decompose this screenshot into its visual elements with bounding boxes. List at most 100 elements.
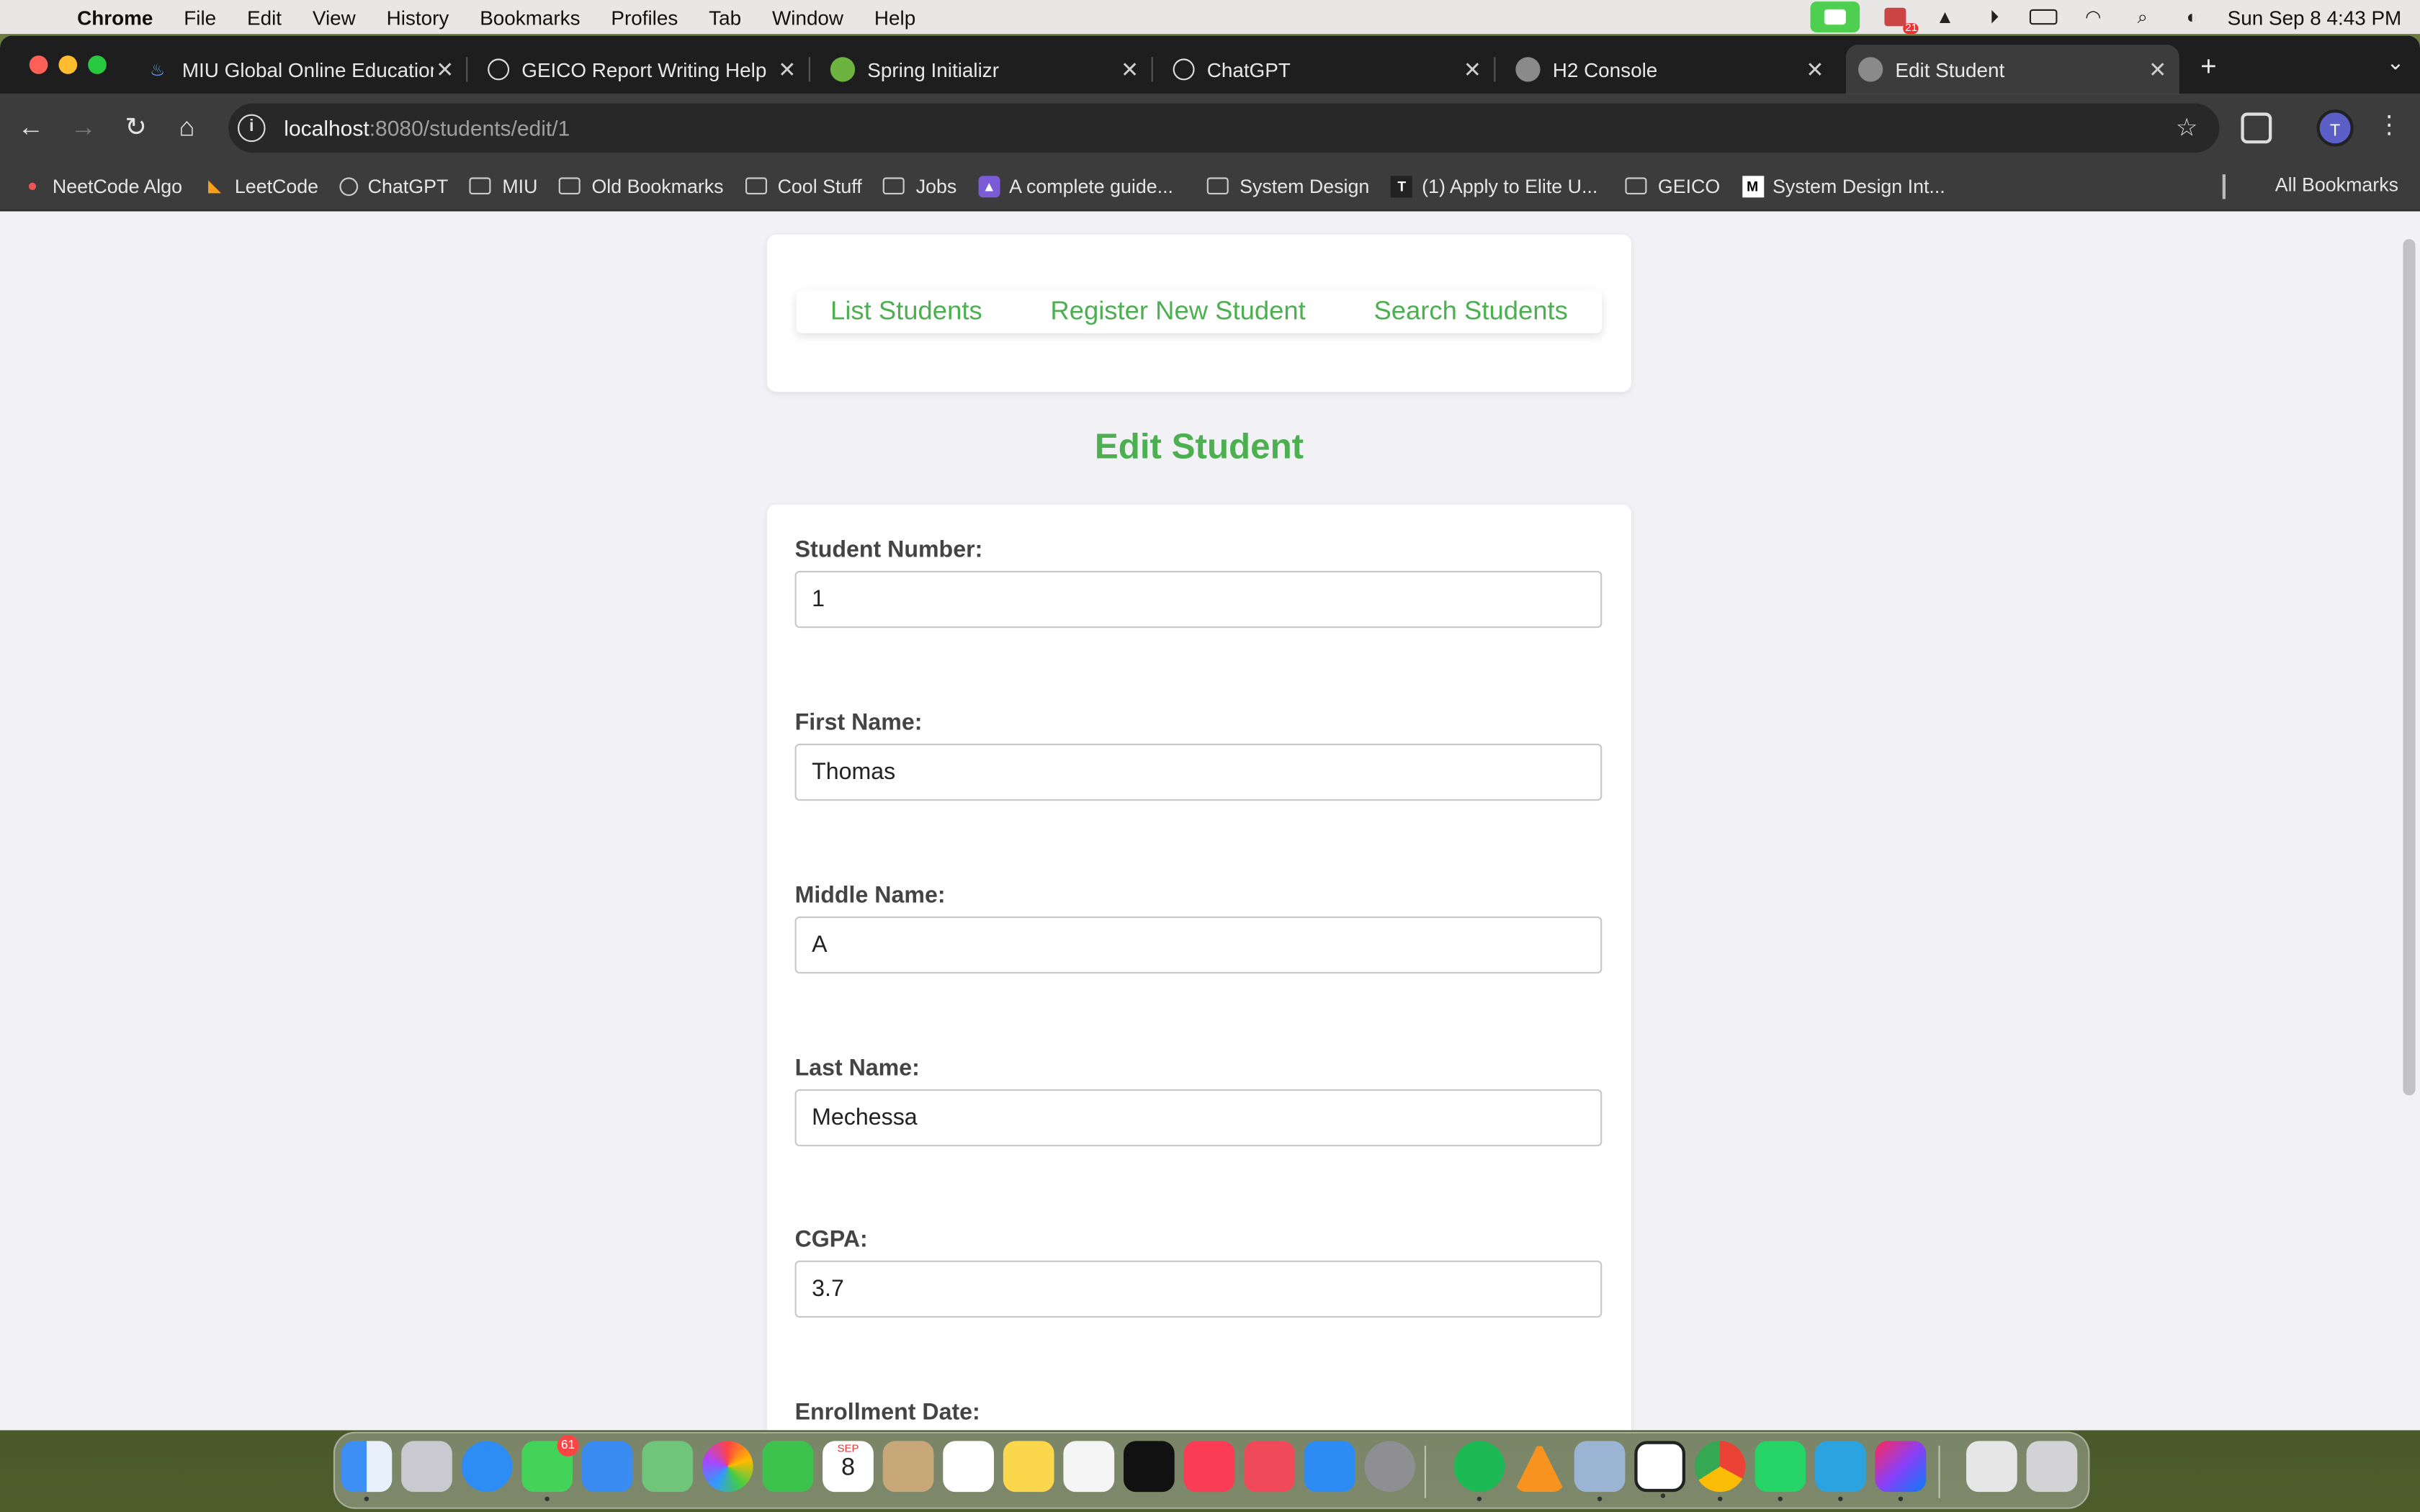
messages-icon[interactable]: 61 [521, 1434, 579, 1501]
maximize-window-button[interactable] [88, 55, 107, 74]
vlc-icon[interactable] [1514, 1441, 1565, 1493]
reload-button[interactable]: ↻ [117, 109, 154, 146]
notification-badge-icon[interactable]: 21 [1882, 6, 1919, 35]
tab-h2-console[interactable]: H2 Console ✕ [1503, 45, 1837, 94]
bookmark-folder-old-bookmarks[interactable]: Old Bookmarks [559, 175, 724, 197]
menu-bookmarks[interactable]: Bookmarks [480, 6, 580, 29]
menu-window[interactable]: Window [772, 6, 843, 29]
menu-profiles[interactable]: Profiles [611, 6, 678, 29]
profile-avatar[interactable]: T [2316, 109, 2354, 147]
bookmark-folder-system-design[interactable]: System Design [1207, 175, 1369, 197]
menu-clock[interactable]: Sun Sep 8 4:43 PM [2228, 6, 2402, 29]
notes-icon[interactable] [1003, 1441, 1054, 1493]
preview-icon[interactable] [1574, 1441, 1626, 1501]
whatsapp-icon[interactable] [1754, 1441, 1806, 1501]
music-icon[interactable] [1183, 1441, 1235, 1493]
back-button[interactable]: ← [12, 109, 49, 146]
vlc-menu-icon[interactable]: ▲ [1931, 6, 1959, 28]
chrome-icon[interactable] [1694, 1441, 1746, 1501]
intellij-icon[interactable] [1875, 1441, 1927, 1501]
nav-link-register-student[interactable]: Register New Student [1050, 296, 1305, 327]
minimize-window-button[interactable] [58, 55, 78, 74]
bookmark-folder-jobs[interactable]: Jobs [883, 175, 957, 197]
edit-student-form: Student Number: 1 First Name: Thomas Mid… [767, 504, 1631, 1431]
downloads-stack-icon[interactable] [1966, 1441, 2017, 1493]
medium-icon: M [1742, 175, 1764, 197]
forward-button[interactable]: → [65, 109, 102, 146]
page-scrollbar[interactable] [2403, 239, 2416, 1096]
tab-geico[interactable]: GEICO Report Writing Help ✕ [475, 45, 810, 94]
menu-help[interactable]: Help [874, 6, 915, 29]
all-bookmarks-folder[interactable]: All Bookmarks [2275, 174, 2398, 196]
trash-icon[interactable] [2026, 1441, 2078, 1493]
close-tab-icon[interactable]: ✕ [1460, 56, 1484, 82]
tab-spring-initializr[interactable]: Spring Initializr ✕ [818, 45, 1153, 94]
bookmark-folder-miu[interactable]: MIU [470, 175, 537, 197]
calendar-icon[interactable]: SEP 8 [823, 1441, 874, 1493]
menu-tab[interactable]: Tab [709, 6, 741, 29]
close-tab-icon[interactable]: ✕ [1803, 56, 1827, 82]
close-tab-icon[interactable]: ✕ [433, 56, 457, 82]
launchpad-icon[interactable] [401, 1441, 452, 1493]
system-settings-icon[interactable] [1364, 1441, 1415, 1493]
bookmark-label: Jobs [915, 175, 957, 197]
photos-icon[interactable] [702, 1441, 753, 1493]
nav-link-list-students[interactable]: List Students [830, 296, 982, 327]
bookmark-neetcode[interactable]: ● NeetCode Algo [22, 175, 182, 197]
last-name-input[interactable]: Mechessa [794, 1089, 1603, 1147]
menu-app-name[interactable]: Chrome [77, 6, 153, 29]
app-store-icon[interactable] [1304, 1441, 1355, 1493]
middle-name-input[interactable]: A [794, 916, 1603, 974]
finder-icon[interactable] [341, 1441, 393, 1501]
menu-file[interactable]: File [184, 6, 216, 29]
telegram-icon[interactable] [1815, 1441, 1866, 1501]
reminders-icon[interactable] [943, 1441, 994, 1493]
mail-icon[interactable] [581, 1441, 633, 1493]
wifi-icon[interactable]: ◠ [2079, 6, 2107, 28]
cgpa-input[interactable]: 3.7 [794, 1260, 1603, 1318]
contacts-icon[interactable] [882, 1441, 934, 1493]
facetime-video-icon[interactable] [1811, 1, 1860, 33]
safari-icon[interactable] [461, 1441, 513, 1493]
news-icon[interactable] [1244, 1441, 1295, 1493]
freeform-icon[interactable] [1063, 1441, 1115, 1493]
bookmark-folder-cool-stuff[interactable]: Cool Stuff [745, 175, 862, 197]
menu-edit[interactable]: Edit [247, 6, 282, 29]
calendar-app-icon[interactable] [1634, 1441, 1685, 1498]
bookmark-chatgpt[interactable]: ChatGPT [340, 175, 448, 197]
tab-miu[interactable]: ♨ MIU Global Online Education ✕ [133, 45, 468, 94]
battery-icon[interactable] [2030, 6, 2058, 28]
bookmark-leetcode[interactable]: ◣ LeetCode [204, 175, 318, 197]
new-tab-button[interactable]: + [2192, 50, 2226, 84]
control-center-icon[interactable]: ◐ [2178, 6, 2206, 28]
close-window-button[interactable] [29, 55, 48, 74]
menu-history[interactable]: History [387, 6, 449, 29]
spotlight-search-icon[interactable]: ⌕ [2129, 6, 2157, 28]
apple-tv-icon[interactable] [1124, 1441, 1175, 1493]
tab-search-chevron-icon[interactable]: ⌄ [2386, 50, 2404, 76]
facetime-icon[interactable] [762, 1441, 814, 1493]
bookmark-system-design-int[interactable]: M System Design Int... [1742, 175, 1945, 197]
bookmark-folder-geico[interactable]: GEICO [1625, 175, 1720, 197]
home-button[interactable]: ⌂ [169, 109, 205, 146]
address-bar[interactable]: i localhost :8080/students/edit/1 ☆ [228, 103, 2220, 153]
close-tab-icon[interactable]: ✕ [1117, 56, 1142, 82]
first-name-input[interactable]: Thomas [794, 743, 1603, 801]
page-title: Edit Student [1094, 426, 1304, 467]
chrome-menu-icon[interactable]: ⋮ [2377, 109, 2401, 140]
student-number-input[interactable]: 1 [794, 570, 1603, 629]
tab-edit-student[interactable]: Edit Student ✕ [1845, 45, 2179, 94]
play-circle-icon[interactable]: ⏵ [1981, 6, 2009, 28]
bookmark-star-icon[interactable]: ☆ [2176, 112, 2198, 143]
tab-chatgpt[interactable]: ChatGPT ✕ [1160, 45, 1496, 94]
bookmark-elite-u[interactable]: T (1) Apply to Elite U... [1391, 175, 1597, 197]
nav-link-search-students[interactable]: Search Students [1373, 296, 1567, 327]
spotify-icon[interactable] [1453, 1441, 1505, 1501]
menu-view[interactable]: View [313, 6, 356, 29]
close-tab-icon[interactable]: ✕ [775, 56, 799, 82]
maps-icon[interactable] [642, 1441, 694, 1493]
extensions-icon[interactable] [2241, 112, 2272, 144]
close-tab-icon[interactable]: ✕ [2146, 56, 2170, 82]
bookmark-complete-guide[interactable]: ▲ A complete guide... [978, 175, 1173, 197]
site-info-icon[interactable]: i [238, 114, 266, 143]
